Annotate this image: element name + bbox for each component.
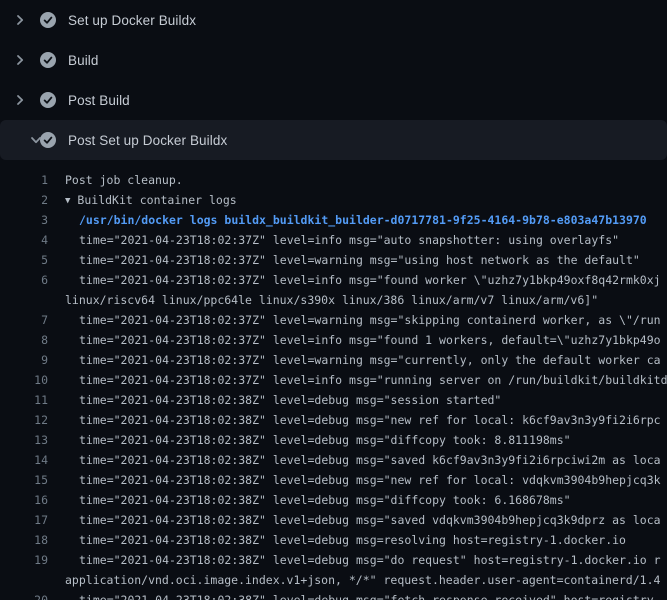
log-text: time="2021-04-23T18:02:37Z" level=info m… — [79, 230, 619, 250]
log-group-title: BuildKit container logs — [77, 193, 236, 207]
collapse-triangle-icon[interactable]: ▼ — [65, 191, 70, 210]
log-line: 17 time="2021-04-23T18:02:38Z" level=debu… — [0, 510, 667, 530]
log-line: 3/usr/bin/docker logs buildx_buildkit_bu… — [0, 210, 667, 230]
log-line-number[interactable]: 1 — [0, 170, 48, 190]
step-title: Build — [68, 53, 99, 68]
chevron-down-icon[interactable] — [12, 132, 28, 148]
log-line-number — [0, 290, 48, 310]
log-line: 9 time="2021-04-23T18:02:37Z" level=warni… — [0, 350, 667, 370]
step-title: Post Set up Docker Buildx — [68, 133, 227, 148]
log-text: time="2021-04-23T18:02:37Z" level=warnin… — [79, 250, 640, 270]
log-line-number[interactable]: 8 — [0, 330, 48, 350]
log-line-number[interactable]: 13 — [0, 430, 48, 450]
log-text: time="2021-04-23T18:02:38Z" level=debug … — [79, 590, 661, 600]
log-line-number[interactable]: 15 — [0, 470, 48, 490]
log-line: 20 time="2021-04-23T18:02:38Z" level=debu… — [0, 590, 667, 600]
log-line-number[interactable]: 10 — [0, 370, 48, 390]
log-line: 16 time="2021-04-23T18:02:38Z" level=debu… — [0, 490, 667, 510]
log-line-number[interactable]: 3 — [0, 210, 48, 230]
log-line-number[interactable]: 16 — [0, 490, 48, 510]
log-line: 15 time="2021-04-23T18:02:38Z" level=debu… — [0, 470, 667, 490]
log-line-number[interactable]: 4 — [0, 230, 48, 250]
log-text: time="2021-04-23T18:02:37Z" level=info m… — [79, 330, 661, 350]
chevron-right-icon[interactable] — [12, 52, 28, 68]
log-group-header: ▼ BuildKit container logs — [65, 190, 237, 210]
step-list: Set up Docker Buildx Build Post Build Post … — [0, 0, 667, 160]
log-line-number — [0, 570, 48, 590]
log-text: Post job cleanup. — [65, 170, 183, 190]
log-text: application/vnd.oci.image.index.v1+json,… — [65, 570, 660, 590]
step-header-post-build[interactable]: Post Build — [0, 80, 667, 120]
log-line: 5 time="2021-04-23T18:02:37Z" level=warni… — [0, 250, 667, 270]
step-title: Set up Docker Buildx — [68, 13, 196, 28]
log-line-number[interactable]: 6 — [0, 270, 48, 290]
log-text: time="2021-04-23T18:02:37Z" level=info m… — [79, 270, 661, 290]
log-line: 18 time="2021-04-23T18:02:38Z" level=debu… — [0, 530, 667, 550]
log-text: time="2021-04-23T18:02:38Z" level=debug … — [79, 390, 501, 410]
step-header-post-set-up-docker-buildx[interactable]: Post Set up Docker Buildx — [0, 120, 667, 160]
log-text: time="2021-04-23T18:02:37Z" level=warnin… — [79, 350, 661, 370]
log-line: 12 time="2021-04-23T18:02:38Z" level=debu… — [0, 410, 667, 430]
log-line-number[interactable]: 14 — [0, 450, 48, 470]
log-line-number[interactable]: 12 — [0, 410, 48, 430]
log-line: 19 time="2021-04-23T18:02:38Z" level=debu… — [0, 550, 667, 570]
log-line-number[interactable]: 20 — [0, 590, 48, 600]
log-text: time="2021-04-23T18:02:38Z" level=debug … — [79, 550, 661, 570]
log-line: 14 time="2021-04-23T18:02:38Z" level=debu… — [0, 450, 667, 470]
log-line-number[interactable]: 5 — [0, 250, 48, 270]
log-text: time="2021-04-23T18:02:37Z" level=info m… — [79, 370, 667, 390]
log-line: 7 time="2021-04-23T18:02:37Z" level=warni… — [0, 310, 667, 330]
log-text: time="2021-04-23T18:02:38Z" level=debug … — [79, 530, 626, 550]
log-text: time="2021-04-23T18:02:38Z" level=debug … — [79, 470, 661, 490]
step-header-set-up-docker-buildx[interactable]: Set up Docker Buildx — [0, 0, 667, 40]
log-line-number[interactable]: 2 — [0, 190, 48, 210]
log-text: time="2021-04-23T18:02:37Z" level=warnin… — [79, 310, 661, 330]
log-line-number[interactable]: 7 — [0, 310, 48, 330]
log-text: time="2021-04-23T18:02:38Z" level=debug … — [79, 510, 661, 530]
log-text: time="2021-04-23T18:02:38Z" level=debug … — [79, 430, 571, 450]
log-line-number[interactable]: 18 — [0, 530, 48, 550]
step-header-build[interactable]: Build — [0, 40, 667, 80]
log-text: time="2021-04-23T18:02:38Z" level=debug … — [79, 450, 661, 470]
log-line-number[interactable]: 9 — [0, 350, 48, 370]
check-icon — [40, 52, 56, 68]
step-title: Post Build — [68, 93, 130, 108]
log-text: linux/riscv64 linux/ppc64le linux/s390x … — [65, 290, 598, 310]
log-line: 6 time="2021-04-23T18:02:37Z" level=info … — [0, 270, 667, 290]
log-line: 11 time="2021-04-23T18:02:38Z" level=debu… — [0, 390, 667, 410]
log-line-number[interactable]: 19 — [0, 550, 48, 570]
log-line-number[interactable]: 11 — [0, 390, 48, 410]
check-icon — [40, 92, 56, 108]
log-line-number[interactable]: 17 — [0, 510, 48, 530]
log-line-continuation: application/vnd.oci.image.index.v1+json,… — [0, 570, 667, 590]
log-line: 10 time="2021-04-23T18:02:37Z" level=info… — [0, 370, 667, 390]
log-text: time="2021-04-23T18:02:38Z" level=debug … — [79, 410, 661, 430]
log-line-continuation: linux/riscv64 linux/ppc64le linux/s390x … — [0, 290, 667, 310]
log-line: 4 time="2021-04-23T18:02:37Z" level=info … — [0, 230, 667, 250]
chevron-right-icon[interactable] — [12, 92, 28, 108]
chevron-right-icon[interactable] — [12, 12, 28, 28]
log-line: 8 time="2021-04-23T18:02:37Z" level=info … — [0, 330, 667, 350]
log-output: 1 Post job cleanup. 2 ▼ BuildKit container l… — [0, 160, 667, 600]
log-line: 13 time="2021-04-23T18:02:38Z" level=debu… — [0, 430, 667, 450]
log-text: time="2021-04-23T18:02:38Z" level=debug … — [79, 490, 571, 510]
log-command-text: /usr/bin/docker logs buildx_buildkit_bui… — [79, 210, 647, 230]
log-line: 2 ▼ BuildKit container logs — [0, 190, 667, 210]
check-icon — [40, 12, 56, 28]
actions-log-viewer: Set up Docker Buildx Build Post Build Post … — [0, 0, 667, 600]
log-line: 1 Post job cleanup. — [0, 170, 667, 190]
